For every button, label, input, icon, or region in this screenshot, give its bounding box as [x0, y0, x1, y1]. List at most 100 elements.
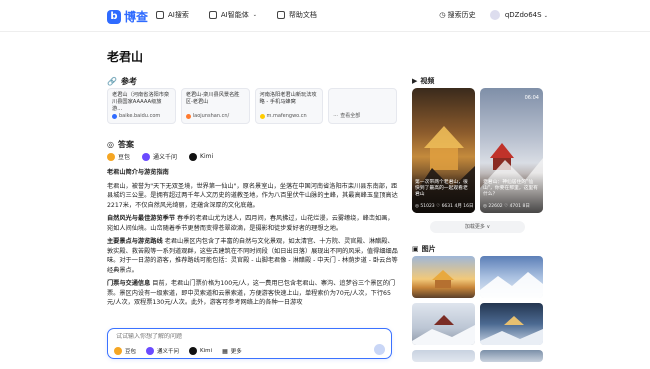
video-meta: ◎ 51023 ♡ 6631 4月 16日 — [415, 204, 474, 209]
image-thumbnail[interactable] — [480, 303, 543, 345]
answer-body: 老君山简介与游览指南 老君山，被誉为"天下无双圣境，世界第一仙山"，原名景室山，… — [107, 168, 399, 312]
top-nav: b 博查 AI搜索 AI智能体 ⌄ 帮助文档 ◷ 搜索历史 qDZdo64S ⌄ — [0, 0, 650, 32]
answer-text: 目前，老君山门票价格为100元/人，这一费用已包含老君山、寨沟、追梦谷三个景区的… — [107, 280, 396, 306]
videos-heading-label: 视频 — [420, 77, 435, 85]
reference-card-text: 老君山-栾川县风景名胜区-老君山 — [185, 92, 240, 105]
doc-icon — [276, 11, 285, 19]
send-button[interactable] — [374, 344, 385, 355]
kimi-icon — [189, 347, 198, 355]
avatar — [489, 10, 500, 20]
doubao-icon — [114, 347, 122, 355]
images-heading: ▣ 图片 — [412, 244, 436, 254]
search-history-label: 搜索历史 — [447, 11, 476, 19]
answer-title: 老君山简介与游览指南 — [107, 169, 169, 176]
reference-source-label: m.mafengwo.cn — [266, 113, 307, 119]
input-model-tongyi[interactable]: 通义千问 — [146, 347, 179, 355]
nav-item-label: AI智能体 — [220, 11, 249, 19]
video-icon: ▶ — [412, 77, 418, 85]
reference-card[interactable]: 老君山-栾川县风景名胜区-老君山 laojunshan.cn/ — [180, 88, 250, 124]
nav-item-help-docs[interactable]: 帮助文档 — [276, 10, 317, 20]
chevron-down-icon: ⌄ — [252, 12, 257, 18]
video-title: 老君山：神仙居住的"仙山"，你要在那里，这里有什么？ — [483, 180, 538, 197]
answer-paragraph: 主要景点与游览路线 老君山景区内包含了丰富的自然与文化景观，如太清宫、十方院、灵… — [107, 237, 399, 275]
model-tab-label: Kimi — [200, 153, 214, 160]
reference-card[interactable]: 老君山（河南省洛阳市栾川县国家AAAAA级旅游... baike.baidu.c… — [107, 88, 176, 124]
reference-source: baike.baidu.com — [112, 113, 160, 120]
images-heading-label: 图片 — [421, 245, 436, 253]
reference-source: laojunshan.cn/ — [185, 113, 229, 120]
references-heading-label: 参考 — [120, 77, 137, 86]
question-input-box: 豆包 通义千问 Kimi ▦ 更多 — [107, 328, 392, 359]
model-tab-doubao[interactable]: 豆包 — [107, 152, 130, 161]
grid-icon: ▦ — [222, 347, 228, 355]
input-model-kimi[interactable]: Kimi — [189, 347, 212, 355]
model-tab-label: 通义千问 — [153, 154, 178, 161]
video-card[interactable]: 第一次带两个老君山，很快到了最高的一起观看老君山 ◎ 51023 ♡ 6631 … — [412, 88, 475, 213]
tongyi-icon — [146, 347, 155, 355]
answer-heading: ◎ 答案 — [107, 139, 134, 150]
answer-subheading: 门票与交通信息 — [107, 280, 151, 287]
user-name: qDZdo64S — [504, 11, 542, 19]
input-model-doubao[interactable]: 豆包 — [114, 347, 136, 355]
nav-item-label: 帮助文档 — [288, 11, 317, 19]
user-menu[interactable]: qDZdo64S ⌄ — [489, 10, 548, 20]
view-all-references[interactable]: ⋯ 查看全部 — [328, 88, 397, 124]
tongyi-icon — [142, 152, 151, 161]
search-icon — [156, 11, 164, 19]
chevron-down-icon: ⌄ — [543, 13, 548, 19]
search-history-link[interactable]: ◷ 搜索历史 — [439, 10, 475, 20]
videos-heading: ▶ 视频 — [412, 76, 434, 86]
answer-heading-label: 答案 — [117, 140, 134, 149]
source-favicon-icon — [185, 114, 191, 119]
reference-cards: 老君山（河南省洛阳市栾川县国家AAAAA级旅游... baike.baidu.c… — [107, 88, 397, 124]
doubao-icon — [107, 152, 115, 161]
answer-subheading: 主要景点与游览路线 — [107, 238, 163, 245]
source-favicon-icon — [112, 114, 117, 119]
input-model-selector: 豆包 通义千问 Kimi ▦ 更多 — [114, 347, 242, 355]
load-more-button[interactable]: 加载更多 ∨ — [430, 221, 525, 233]
answer-model-tabs: 豆包 通义千问 Kimi — [107, 152, 213, 161]
image-thumbnail[interactable] — [412, 256, 475, 298]
image-thumbnail[interactable] — [412, 303, 475, 345]
video-card[interactable]: 06:04 老君山：神仙居住的"仙山"，你要在那里，这里有什么？ ◎ 22602… — [480, 88, 543, 213]
logo[interactable]: b 博查 — [107, 8, 148, 25]
nav-right: ◷ 搜索历史 qDZdo64S ⌄ — [439, 10, 548, 20]
answer-icon: ◎ — [107, 140, 114, 149]
nav-item-ai-search[interactable]: AI搜索 — [156, 10, 189, 20]
logo-text: 博查 — [124, 10, 149, 24]
answer-paragraph: 门票与交通信息 目前，老君山门票价格为100元/人，这一费用已包含老君山、寨沟、… — [107, 279, 399, 308]
model-tab-label: 豆包 — [118, 154, 131, 161]
question-input[interactable] — [116, 333, 356, 340]
answer-subheading: 自然风光与最佳游览季节 — [107, 215, 176, 222]
nav-item-label: AI搜索 — [168, 11, 189, 19]
logo-icon: b — [107, 9, 121, 24]
model-tab-kimi[interactable]: Kimi — [189, 152, 214, 161]
more-icon: ⋯ — [333, 113, 339, 119]
video-title: 第一次带两个老君山，很快到了最高的一起观看老君山 — [415, 180, 468, 197]
image-thumbnail[interactable] — [412, 350, 475, 362]
references-heading: 🔗 参考 — [107, 76, 137, 87]
answer-paragraph: 自然风光与最佳游览季节 春季的老君山尤为迷人，四月间，春风拂过，山花烂漫，云雾缭… — [107, 214, 399, 233]
video-list: 第一次带两个老君山，很快到了最高的一起观看老君山 ◎ 51023 ♡ 6631 … — [412, 88, 543, 213]
model-tab-tongyi[interactable]: 通义千问 — [142, 152, 177, 161]
image-thumbnail[interactable] — [480, 256, 543, 298]
reference-source: ⋯ 查看全部 — [333, 113, 360, 120]
nav-item-ai-agent[interactable]: AI智能体 ⌄ — [208, 10, 257, 20]
page-title: 老君山 — [107, 50, 144, 64]
reference-card-text: 河南洛阳老君山新玩法攻略 - 手机马蜂窝 — [259, 92, 317, 105]
reference-source-label: baike.baidu.com — [119, 113, 161, 119]
agent-icon — [208, 11, 217, 19]
view-all-label: 查看全部 — [340, 113, 361, 119]
source-favicon-icon — [259, 114, 265, 119]
input-model-more[interactable]: ▦ 更多 — [222, 347, 242, 356]
kimi-icon — [189, 152, 198, 161]
input-model-label: 更多 — [230, 349, 242, 355]
nav-menu: AI搜索 AI智能体 ⌄ 帮助文档 — [156, 10, 317, 20]
reference-source: m.mafengwo.cn — [259, 113, 307, 120]
answer-paragraph: 老君山，被誉为"天下无双圣境，世界第一仙山"，原名景室山，坐落在中国河南省洛阳市… — [107, 182, 398, 209]
video-meta: ◎ 22602 ♡ 4701 8日 — [483, 204, 530, 209]
image-grid — [412, 256, 543, 362]
history-icon: ◷ — [439, 11, 446, 19]
image-thumbnail[interactable] — [480, 350, 543, 362]
reference-card[interactable]: 河南洛阳老君山新玩法攻略 - 手机马蜂窝 m.mafengwo.cn — [254, 88, 324, 124]
